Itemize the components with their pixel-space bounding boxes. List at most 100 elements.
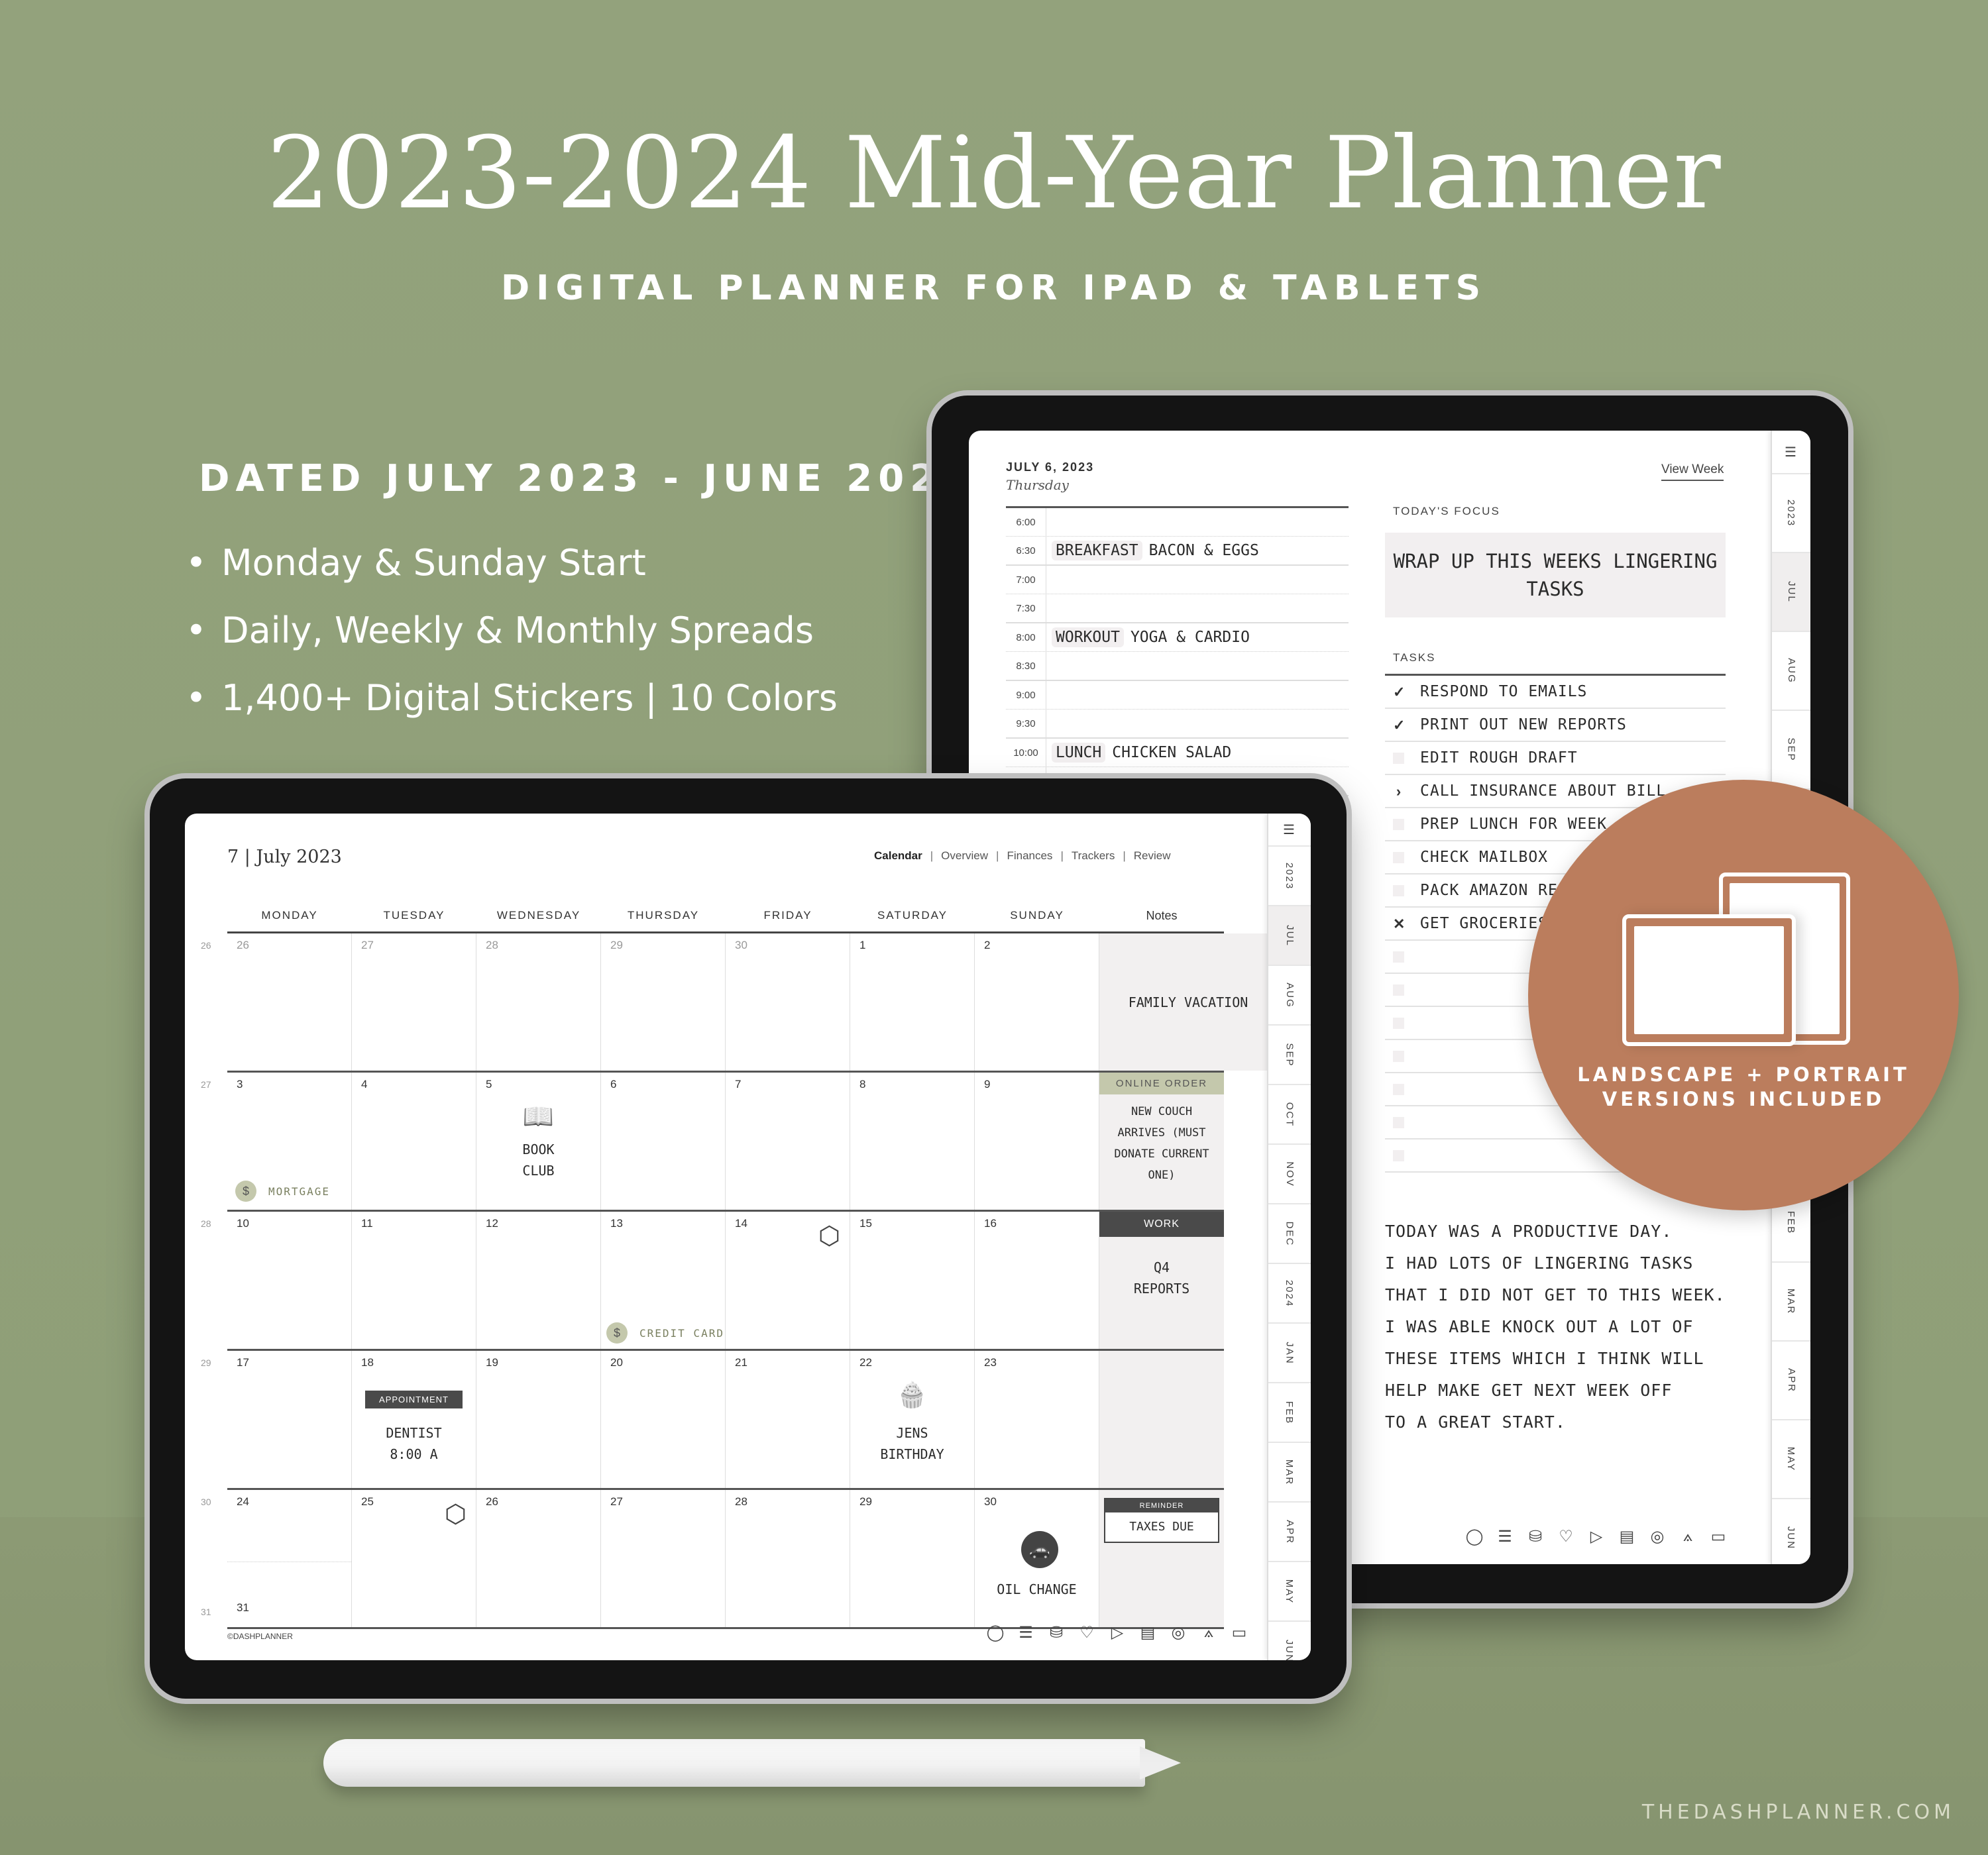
day-cell[interactable]: 26 [227, 933, 352, 1071]
focus-box[interactable]: WRAP UP THIS WEEKS LINGERING TASKS [1385, 533, 1726, 617]
checklist-icon[interactable]: ☰ [1011, 1623, 1041, 1642]
oil-change-event[interactable]: OIL CHANGE [975, 1579, 1099, 1600]
day-cell[interactable]: 30 🚗 OIL CHANGE [975, 1490, 1099, 1627]
book-club-event[interactable]: BOOK CLUB [510, 1139, 567, 1181]
schedule-row[interactable]: 9:00 [1006, 681, 1349, 710]
day-cell[interactable]: 18 APPOINTMENT DENTIST 8:00 A [352, 1351, 476, 1488]
task-checkbox[interactable] [1393, 1116, 1404, 1128]
nav-overview[interactable]: Overview [934, 849, 995, 863]
compass-icon[interactable]: ⟑ [1673, 1527, 1703, 1546]
task-checkbox[interactable] [1393, 1083, 1404, 1095]
coins-icon[interactable]: ⛁ [1520, 1527, 1551, 1546]
tab-dec[interactable]: DEC [1268, 1204, 1311, 1265]
coins-icon[interactable]: ⛁ [1041, 1623, 1072, 1642]
reminder-box[interactable]: REMINDER TAXES DUE [1104, 1498, 1219, 1543]
day-cell[interactable]: 1 [850, 933, 975, 1071]
schedule-row[interactable]: 8:30 [1006, 652, 1349, 681]
day-cell[interactable]: 29 [601, 933, 726, 1071]
task-checkbox[interactable] [1393, 818, 1404, 830]
day-cell[interactable]: 2 [975, 933, 1099, 1071]
birthday-event[interactable]: JENS BIRTHDAY [870, 1422, 954, 1465]
day-cell[interactable]: 3 $ MORTGAGE [227, 1073, 352, 1210]
target-icon[interactable]: ◎ [1163, 1623, 1193, 1642]
task-row[interactable]: ✓ PRINT OUT NEW REPORTS [1385, 709, 1726, 742]
task-checkbox[interactable]: ✓ [1393, 717, 1405, 732]
tab-may[interactable]: MAY [1772, 1420, 1810, 1500]
day-cell[interactable]: 13 $ CREDIT CARD [601, 1212, 726, 1349]
day-cell[interactable]: 12 [476, 1212, 601, 1349]
tab-may[interactable]: MAY [1268, 1562, 1311, 1622]
day-cell[interactable]: 24 31 [227, 1490, 352, 1627]
day-cell[interactable]: 25 ⬡ [352, 1490, 476, 1627]
day-cell[interactable]: 16 [975, 1212, 1099, 1349]
week-notes[interactable] [1099, 1351, 1224, 1488]
day-cell[interactable]: 28 [476, 933, 601, 1071]
profile-icon[interactable]: ◯ [980, 1623, 1011, 1642]
profile-icon[interactable]: ◯ [1459, 1527, 1490, 1546]
schedule-row[interactable]: 10:00 LUNCH CHICKEN SALAD [1006, 739, 1349, 767]
day-cell[interactable]: 17 [227, 1351, 352, 1488]
menu-tab[interactable]: ☰ [1772, 431, 1810, 475]
nav-calendar[interactable]: Calendar [867, 849, 929, 863]
folder-icon[interactable]: ▭ [1224, 1623, 1254, 1642]
heart-pulse-icon[interactable]: ♡ [1072, 1623, 1102, 1642]
menu-tab[interactable]: ☰ [1268, 814, 1311, 847]
task-row[interactable]: EDIT ROUGH DRAFT [1385, 742, 1726, 775]
day-cell[interactable]: 23 [975, 1351, 1099, 1488]
week-notes[interactable]: ONLINE ORDER NEW COUCH ARRIVES (MUST DONA… [1099, 1073, 1224, 1210]
task-checkbox[interactable] [1393, 884, 1404, 896]
day-cell[interactable]: 28 [726, 1490, 850, 1627]
tab-jun[interactable]: JUN [1268, 1622, 1311, 1660]
day-cell[interactable]: 22 🧁 JENS BIRTHDAY [850, 1351, 975, 1488]
tab-mar[interactable]: MAR [1772, 1263, 1810, 1342]
video-icon[interactable]: ▷ [1581, 1527, 1612, 1546]
folder-icon[interactable]: ▭ [1703, 1527, 1734, 1546]
tab-mar[interactable]: MAR [1268, 1443, 1311, 1503]
task-checkbox[interactable]: › [1393, 784, 1404, 798]
nav-trackers[interactable]: Trackers [1065, 849, 1122, 863]
task-checkbox[interactable] [1393, 1149, 1404, 1161]
tab-2023[interactable]: 2023 [1772, 474, 1810, 554]
day-cell[interactable]: 5 📖 BOOK CLUB [476, 1073, 601, 1210]
nav-finances[interactable]: Finances [1000, 849, 1059, 863]
task-checkbox[interactable] [1393, 1050, 1404, 1062]
dentist-event[interactable]: DENTIST 8:00 A [352, 1422, 476, 1465]
day-cell[interactable]: 6 [601, 1073, 726, 1210]
task-checkbox[interactable] [1393, 851, 1404, 863]
task-checkbox[interactable] [1393, 951, 1404, 963]
schedule-row[interactable]: 7:30 [1006, 594, 1349, 623]
day-cell[interactable]: 26 [476, 1490, 601, 1627]
day-cell[interactable]: 30 [726, 933, 850, 1071]
daily-notes[interactable]: TODAY WAS A PRODUCTIVE DAY. I HAD LOTS OF… [1385, 1216, 1743, 1438]
day-cell[interactable]: 4 [352, 1073, 476, 1210]
tab-sep[interactable]: SEP [1772, 711, 1810, 790]
day-cell[interactable]: 21 [726, 1351, 850, 1488]
day-cell[interactable]: 8 [850, 1073, 975, 1210]
day-cell[interactable]: 20 [601, 1351, 726, 1488]
tab-jul[interactable]: JUL [1268, 906, 1311, 967]
notebook-icon[interactable]: ▤ [1612, 1527, 1642, 1546]
day-cell[interactable]: 27 [352, 933, 476, 1071]
schedule-row[interactable]: 6:30 BREAKFAST BACON & EGGS [1006, 537, 1349, 566]
week-notes[interactable]: REMINDER TAXES DUE [1099, 1490, 1224, 1627]
week-notes[interactable]: WORK Q4 REPORTS [1099, 1212, 1224, 1349]
notebook-icon[interactable]: ▤ [1132, 1623, 1163, 1642]
day-cell[interactable]: 14 ⬡ [726, 1212, 850, 1349]
task-checkbox[interactable] [1393, 984, 1404, 996]
tab-2023[interactable]: 2023 [1268, 847, 1311, 907]
day-cell[interactable]: 27 [601, 1490, 726, 1627]
task-row[interactable]: ✓ RESPOND TO EMAILS [1385, 676, 1726, 709]
schedule-row[interactable]: 7:00 [1006, 566, 1349, 594]
heart-pulse-icon[interactable]: ♡ [1551, 1527, 1581, 1546]
view-week-link[interactable]: View Week [1661, 462, 1724, 481]
tab-jul[interactable]: JUL [1772, 553, 1810, 633]
task-checkbox[interactable] [1393, 752, 1404, 764]
tab-aug[interactable]: AUG [1772, 632, 1810, 712]
day-cell[interactable]: 9 [975, 1073, 1099, 1210]
task-checkbox[interactable]: ✕ [1393, 916, 1405, 931]
task-checkbox[interactable] [1393, 1017, 1404, 1029]
day-cell[interactable]: 11 [352, 1212, 476, 1349]
day-cell[interactable]: 10 [227, 1212, 352, 1349]
day-cell[interactable]: 7 [726, 1073, 850, 1210]
compass-icon[interactable]: ⟑ [1193, 1623, 1224, 1642]
